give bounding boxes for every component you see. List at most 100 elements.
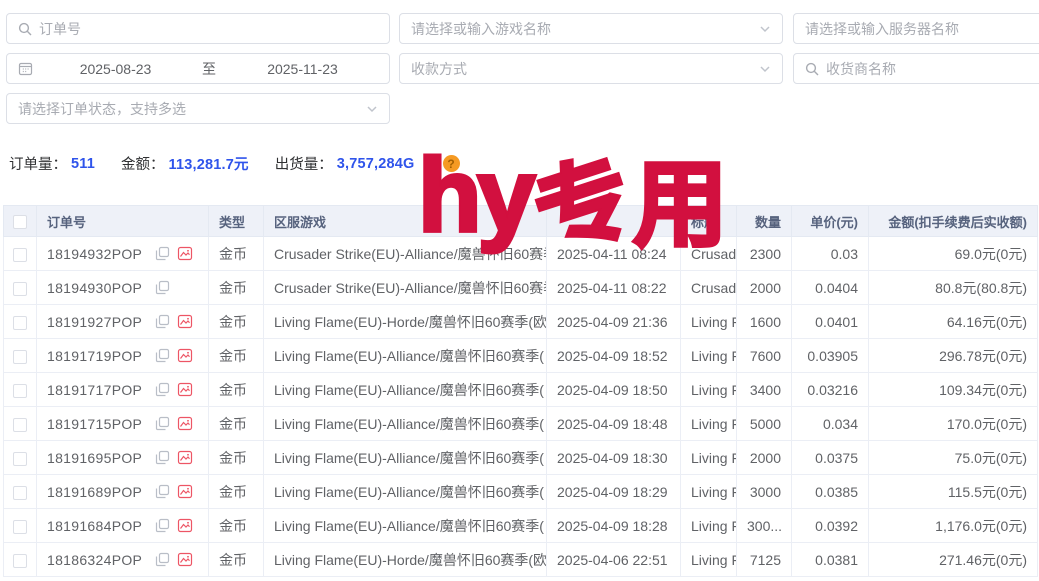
order-qty: 7600 <box>737 339 792 373</box>
row-checkbox[interactable] <box>13 520 27 534</box>
order-type: 金币 <box>209 237 264 271</box>
date-range-picker[interactable]: 2025-08-23 至 2025-11-23 <box>6 53 390 84</box>
copy-icon[interactable] <box>155 450 170 465</box>
order-title: Living Fl <box>681 407 737 441</box>
order-time: 2025-04-09 18:29 <box>547 475 681 509</box>
copy-icon[interactable] <box>155 314 170 329</box>
image-icon[interactable] <box>177 348 193 363</box>
order-time: 2025-04-11 08:22 <box>547 271 681 305</box>
order-number: 18194932POP <box>47 246 142 262</box>
game-server: Living Flame(EU)-Alliance/魔兽怀旧60赛季( <box>264 475 547 509</box>
amount-value: 113,281.7元 <box>169 153 249 174</box>
merchant-search-box[interactable] <box>793 53 1039 84</box>
order-amount: 115.5元(0元) <box>869 475 1038 509</box>
order-amount: 75.0元(0元) <box>869 441 1038 475</box>
order-time: 2025-04-09 21:36 <box>547 305 681 339</box>
order-title: Living Fl <box>681 543 737 577</box>
order-qty: 2000 <box>737 271 792 305</box>
merchant-name-input[interactable] <box>826 61 1039 77</box>
row-checkbox[interactable] <box>13 350 27 364</box>
search-icon <box>805 62 819 76</box>
column-header-type: 类型 <box>209 206 264 237</box>
order-type: 金币 <box>209 407 264 441</box>
order-no-input[interactable] <box>39 21 378 37</box>
order-type: 金币 <box>209 305 264 339</box>
copy-icon[interactable] <box>155 416 170 431</box>
image-icon[interactable] <box>177 450 193 465</box>
help-icon[interactable]: ? <box>443 155 460 172</box>
column-header-game: 区服游戏 <box>264 206 547 237</box>
image-icon[interactable] <box>177 314 193 329</box>
chevron-down-icon <box>759 23 771 35</box>
table-row: 18191715POP 金币 Living Flame(EU)-Alliance… <box>4 407 1038 441</box>
game-name-select[interactable]: 请选择或输入游戏名称 <box>399 13 783 44</box>
order-qty: 5000 <box>737 407 792 441</box>
order-price: 0.03216 <box>792 373 869 407</box>
game-server: Living Flame(EU)-Alliance/魔兽怀旧60赛季( <box>264 373 547 407</box>
order-title: Living Fl <box>681 339 737 373</box>
order-type: 金币 <box>209 271 264 305</box>
table-row: 18191717POP 金币 Living Flame(EU)-Alliance… <box>4 373 1038 407</box>
order-type: 金币 <box>209 373 264 407</box>
order-title: Living Fl <box>681 305 737 339</box>
row-checkbox[interactable] <box>13 282 27 296</box>
row-checkbox[interactable] <box>13 248 27 262</box>
copy-icon[interactable] <box>155 280 170 295</box>
row-checkbox[interactable] <box>13 384 27 398</box>
date-start-value[interactable]: 2025-08-23 <box>40 61 191 77</box>
payment-method-select[interactable]: 收款方式 <box>399 53 783 84</box>
image-icon[interactable] <box>177 382 193 397</box>
order-type: 金币 <box>209 509 264 543</box>
chevron-down-icon <box>759 63 771 75</box>
copy-icon[interactable] <box>155 484 170 499</box>
shipment-label: 出货量： <box>275 153 333 174</box>
copy-icon[interactable] <box>155 382 170 397</box>
order-amount: 170.0元(0元) <box>869 407 1038 441</box>
row-checkbox[interactable] <box>13 554 27 568</box>
image-icon[interactable] <box>177 246 193 261</box>
order-title: Living Fl <box>681 509 737 543</box>
column-header-amount: 金额(扣手续费后实收额) <box>869 206 1038 237</box>
column-header-qty: 数量 <box>737 206 792 237</box>
order-price: 0.03905 <box>792 339 869 373</box>
order-price: 0.034 <box>792 407 869 441</box>
order-number: 18191695POP <box>47 450 142 466</box>
order-type: 金币 <box>209 543 264 577</box>
order-type: 金币 <box>209 475 264 509</box>
order-status-select[interactable]: 请选择订单状态，支持多选 <box>6 93 390 124</box>
table-row: 18191684POP 金币 Living Flame(EU)-Alliance… <box>4 509 1038 543</box>
payment-method-placeholder: 收款方式 <box>411 59 752 79</box>
row-checkbox[interactable] <box>13 316 27 330</box>
copy-icon[interactable] <box>155 518 170 533</box>
image-icon[interactable] <box>177 484 193 499</box>
server-name-input[interactable] <box>805 21 1039 37</box>
order-title: Living Fl <box>681 373 737 407</box>
row-checkbox[interactable] <box>13 486 27 500</box>
copy-icon[interactable] <box>155 348 170 363</box>
copy-icon[interactable] <box>155 552 170 567</box>
order-price: 0.0385 <box>792 475 869 509</box>
game-server: Living Flame(EU)-Alliance/魔兽怀旧60赛季( <box>264 509 547 543</box>
copy-icon[interactable] <box>155 246 170 261</box>
order-title: Living Fl <box>681 475 737 509</box>
row-checkbox[interactable] <box>13 452 27 466</box>
table-row: 18194930POP 金币 Crusader Strike(EU)-Allia… <box>4 271 1038 305</box>
row-checkbox[interactable] <box>13 418 27 432</box>
table-row: 18191695POP 金币 Living Flame(EU)-Alliance… <box>4 441 1038 475</box>
order-number: 18191689POP <box>47 484 142 500</box>
game-server: Living Flame(EU)-Alliance/魔兽怀旧60赛季( <box>264 339 547 373</box>
calendar-icon <box>18 61 33 76</box>
table-body: 18194932POP 金币 Crusader Strike(EU)-Allia… <box>4 237 1038 577</box>
image-icon[interactable] <box>177 518 193 533</box>
select-all-checkbox[interactable] <box>13 215 27 229</box>
date-end-value[interactable]: 2025-11-23 <box>227 61 378 77</box>
game-server: Crusader Strike(EU)-Alliance/魔兽怀旧60赛季( <box>264 237 547 271</box>
server-name-select[interactable] <box>793 13 1039 44</box>
image-icon[interactable] <box>177 416 193 431</box>
order-number: 18191717POP <box>47 382 142 398</box>
image-icon[interactable] <box>177 552 193 567</box>
order-number: 18191719POP <box>47 348 142 364</box>
game-server: Crusader Strike(EU)-Alliance/魔兽怀旧60赛季( <box>264 271 547 305</box>
order-time: 2025-04-09 18:28 <box>547 509 681 543</box>
order-no-search-box[interactable] <box>6 13 390 44</box>
